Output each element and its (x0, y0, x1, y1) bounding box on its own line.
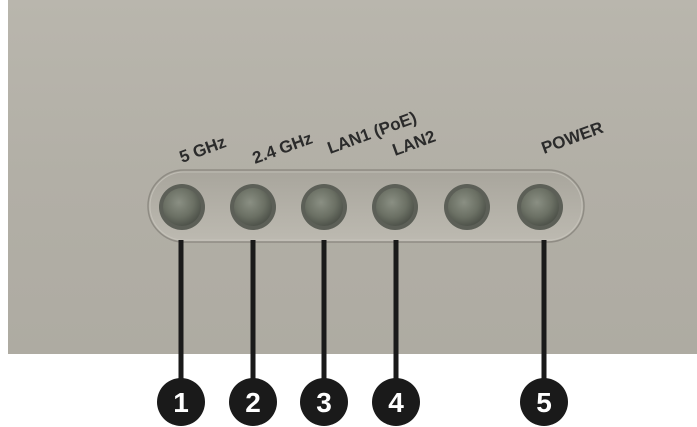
callout-number: 2 (245, 387, 261, 418)
callout-number: 5 (536, 387, 552, 418)
led-lan2 (372, 184, 418, 230)
callout-number: 1 (173, 387, 189, 418)
led-24ghz (230, 184, 276, 230)
callout-1: 1 (157, 378, 205, 426)
led-5ghz (159, 184, 205, 230)
led-unlabeled (444, 184, 490, 230)
callout-5: 5 (520, 378, 568, 426)
router-led-panel-photo: 5 GHz 2.4 GHz LAN1 (PoE) LAN2 POWER 1 2 … (8, 0, 697, 426)
callout-2: 2 (229, 378, 277, 426)
led-lan1 (301, 184, 347, 230)
callout-number: 4 (388, 387, 404, 418)
callout-3: 3 (300, 378, 348, 426)
led-power (517, 184, 563, 230)
callouts: 1 2 3 4 5 (157, 378, 568, 426)
callout-number: 3 (316, 387, 332, 418)
callout-4: 4 (372, 378, 420, 426)
